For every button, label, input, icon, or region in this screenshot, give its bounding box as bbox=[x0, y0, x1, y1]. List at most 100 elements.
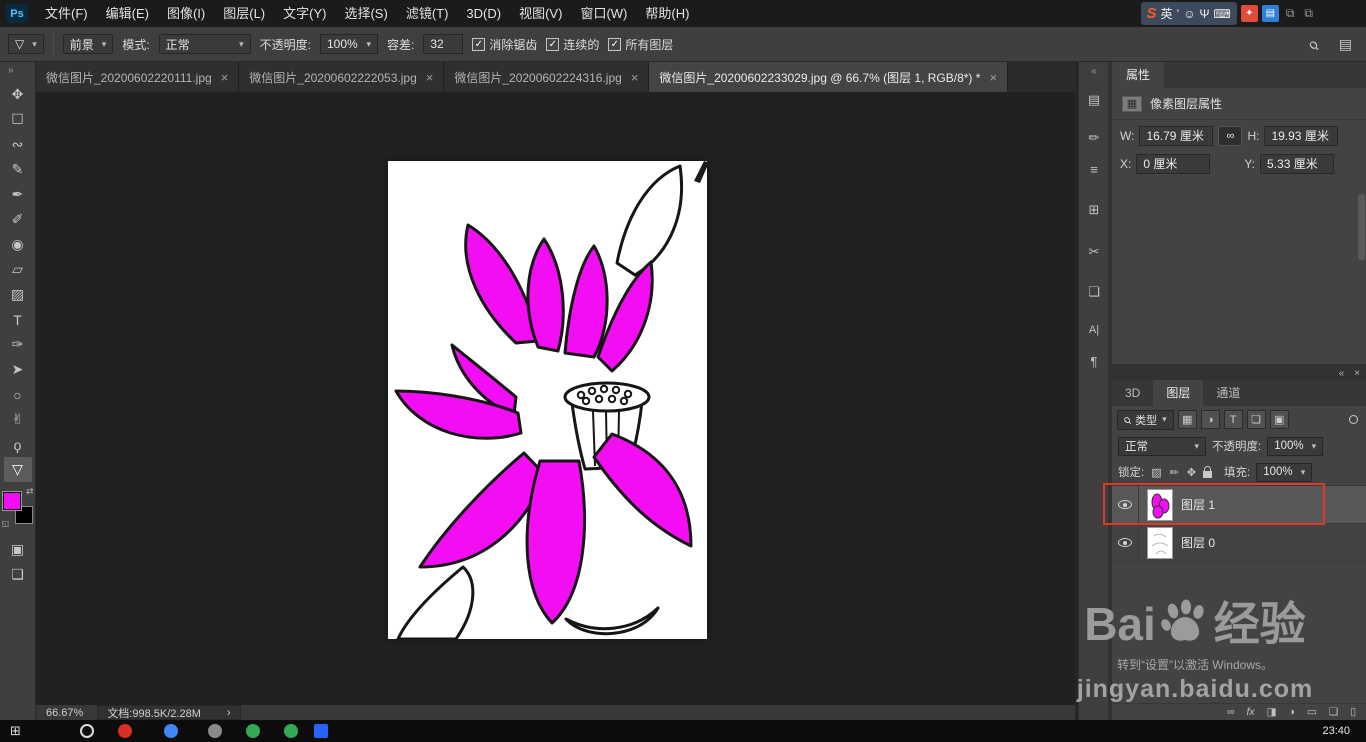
layer0-thumbnail[interactable] bbox=[1147, 526, 1173, 559]
menu-3d[interactable]: 3D(D) bbox=[457, 0, 510, 27]
type-tool[interactable]: T bbox=[4, 307, 32, 332]
x-field[interactable]: 0 厘米 bbox=[1136, 154, 1211, 174]
paint-bucket-tool[interactable]: ▽ bbox=[3, 457, 32, 482]
taskbar-app-gray[interactable] bbox=[208, 724, 222, 738]
tab-properties[interactable]: 属性 bbox=[1112, 62, 1165, 88]
eraser-tool[interactable]: ▱ bbox=[4, 257, 32, 282]
filter-pixel-icon[interactable]: ▦ bbox=[1177, 410, 1197, 429]
menu-help[interactable]: 帮助(H) bbox=[636, 0, 698, 27]
ime-punct-icon[interactable]: ’ bbox=[1177, 7, 1180, 21]
taskbar-app-blue[interactable] bbox=[164, 724, 178, 738]
layer-name[interactable]: 图层 0 bbox=[1181, 534, 1215, 551]
panel-collapse-icon[interactable]: « bbox=[1339, 368, 1345, 379]
lock-pixels-icon[interactable]: ✏ bbox=[1169, 466, 1180, 479]
taskbar-app-cortana[interactable] bbox=[80, 724, 94, 738]
eyedropper-tool[interactable]: ✒ bbox=[4, 182, 32, 207]
menu-layer[interactable]: 图层(L) bbox=[214, 0, 274, 27]
tab-3d[interactable]: 3D bbox=[1112, 380, 1153, 406]
properties-scrollbar[interactable] bbox=[1358, 194, 1365, 260]
filter-type-icon[interactable]: T bbox=[1223, 410, 1243, 429]
document-tab-2[interactable]: 微信图片_20200602222053.jpg × bbox=[239, 62, 445, 92]
foreground-color-swatch[interactable] bbox=[1, 491, 22, 511]
ellipse-tool[interactable]: ○ bbox=[4, 382, 32, 407]
layers-opacity-dropdown[interactable]: 100% ▾ bbox=[1267, 436, 1324, 456]
antialias-checkbox[interactable]: ✓ bbox=[472, 37, 486, 51]
swatches-panel-icon[interactable]: ⊞ bbox=[1079, 202, 1109, 218]
layer-filter-dropdown[interactable]: ϙ 类型 ▾ bbox=[1117, 409, 1174, 430]
lasso-tool[interactable]: ∾ bbox=[4, 132, 32, 157]
close-icon[interactable]: × bbox=[631, 70, 639, 85]
height-field[interactable]: 19.93 厘米 bbox=[1264, 126, 1339, 146]
keyboard-icon[interactable]: ⌨ bbox=[1214, 7, 1231, 21]
document-tab-3[interactable]: 微信图片_20200602224316.jpg × bbox=[444, 62, 650, 92]
move-tool[interactable]: ✥ bbox=[4, 82, 32, 107]
contiguous-checkbox[interactable]: ✓ bbox=[546, 37, 560, 51]
tab-channels[interactable]: 通道 bbox=[1203, 380, 1253, 406]
link-layers-icon[interactable]: ∞ bbox=[1227, 706, 1235, 718]
fill-dropdown[interactable]: 100% ▾ bbox=[1256, 462, 1313, 482]
close-icon[interactable]: × bbox=[221, 70, 229, 85]
swap-colors-icon[interactable]: ⇄ bbox=[26, 486, 34, 497]
default-colors-icon[interactable]: ◱ bbox=[2, 519, 10, 528]
taskbar-clock[interactable]: 23:40 bbox=[1322, 725, 1350, 737]
navigator-panel-icon[interactable]: ▤ bbox=[1079, 92, 1109, 108]
link-dimensions-icon[interactable]: ∞ bbox=[1218, 126, 1243, 146]
status-chevron-icon[interactable]: › bbox=[227, 707, 231, 719]
zoom-tool[interactable]: ϙ bbox=[4, 432, 32, 457]
menu-image[interactable]: 图像(I) bbox=[158, 0, 214, 27]
menu-select[interactable]: 选择(S) bbox=[335, 0, 396, 27]
screen-mode-button[interactable]: ❏ bbox=[4, 562, 32, 587]
visibility-cell[interactable] bbox=[1112, 524, 1139, 561]
layers-blend-mode-dropdown[interactable]: 正常 ▾ bbox=[1118, 436, 1206, 456]
paragraph-panel-icon[interactable]: ¶ bbox=[1079, 354, 1109, 369]
sogou-toolbox-icon[interactable]: ▤ bbox=[1261, 5, 1279, 22]
all-layers-checkbox[interactable]: ✓ bbox=[608, 37, 622, 51]
marquee-tool[interactable]: ☐ bbox=[4, 107, 32, 132]
search-icon[interactable]: ϙ bbox=[1304, 35, 1322, 53]
width-field[interactable]: 16.79 厘米 bbox=[1139, 126, 1214, 146]
quick-mask-button[interactable]: ▣ bbox=[4, 537, 32, 562]
new-layer-icon[interactable]: ❏ bbox=[1329, 706, 1338, 718]
quick-selection-tool[interactable]: ✎ bbox=[4, 157, 32, 182]
fill-source-dropdown[interactable]: 前景 ▾ bbox=[62, 34, 114, 54]
hand-tool[interactable]: ✌ bbox=[4, 407, 32, 432]
close-icon[interactable]: × bbox=[989, 70, 997, 85]
y-field[interactable]: 5.33 厘米 bbox=[1260, 154, 1335, 174]
menu-file[interactable]: 文件(F) bbox=[36, 0, 97, 27]
blend-mode-dropdown[interactable]: 正常 ▾ bbox=[158, 34, 251, 54]
zoom-level[interactable]: 66.67% bbox=[46, 707, 83, 719]
document-canvas[interactable] bbox=[388, 161, 707, 641]
taskbar-app-red[interactable] bbox=[118, 724, 132, 738]
panel-close-icon[interactable]: × bbox=[1354, 368, 1360, 379]
layer-style-icon[interactable]: fx bbox=[1246, 706, 1254, 718]
taskbar-app-photoshop[interactable] bbox=[314, 724, 328, 738]
tolerance-input[interactable]: 32 bbox=[423, 34, 464, 54]
workspace-switcher-icon[interactable]: ▤ bbox=[1339, 36, 1352, 53]
filter-shape-icon[interactable]: ❏ bbox=[1246, 410, 1266, 429]
gradient-tool[interactable]: ▨ bbox=[4, 282, 32, 307]
taskbar-app-green-2[interactable] bbox=[284, 724, 298, 738]
menu-view[interactable]: 视图(V) bbox=[510, 0, 571, 27]
filter-toggle-icon[interactable] bbox=[1349, 415, 1358, 424]
menu-edit[interactable]: 编辑(E) bbox=[97, 0, 158, 27]
clone-source-panel-icon[interactable]: ❏ bbox=[1079, 284, 1109, 300]
ime-mode-indicator[interactable]: 英 bbox=[1161, 5, 1173, 22]
tool-preset-picker[interactable]: ▽ ▾ bbox=[8, 34, 44, 54]
sogou-logo-icon[interactable]: S bbox=[1147, 5, 1157, 22]
filter-adjustment-icon[interactable]: ◑ bbox=[1200, 410, 1220, 429]
new-group-icon[interactable]: ▭ bbox=[1307, 706, 1317, 718]
dock-expand-icon[interactable]: « bbox=[1079, 66, 1109, 77]
layer-mask-icon[interactable]: ◨ bbox=[1267, 706, 1277, 718]
delete-layer-icon[interactable]: ▯ bbox=[1350, 706, 1356, 718]
menu-window[interactable]: 窗口(W) bbox=[571, 0, 636, 27]
lock-all-icon[interactable] bbox=[1203, 465, 1213, 478]
toolbar-collapse-icon[interactable]: » bbox=[0, 65, 14, 76]
layer-row-layer0[interactable]: 图层 0 bbox=[1112, 524, 1366, 562]
clone-stamp-tool[interactable]: ◉ bbox=[4, 232, 32, 257]
pen-tool[interactable]: ✑ bbox=[4, 332, 32, 357]
contiguous-checkbox-group[interactable]: ✓ 连续的 bbox=[546, 36, 599, 53]
close-icon[interactable]: × bbox=[426, 70, 434, 85]
document-tab-1[interactable]: 微信图片_20200602220111.jpg × bbox=[36, 62, 240, 92]
clip-panel-icon[interactable]: ✂ bbox=[1079, 244, 1109, 260]
document-tab-4-active[interactable]: 微信图片_20200602233029.jpg @ 66.7% (图层 1, R… bbox=[649, 62, 1009, 92]
